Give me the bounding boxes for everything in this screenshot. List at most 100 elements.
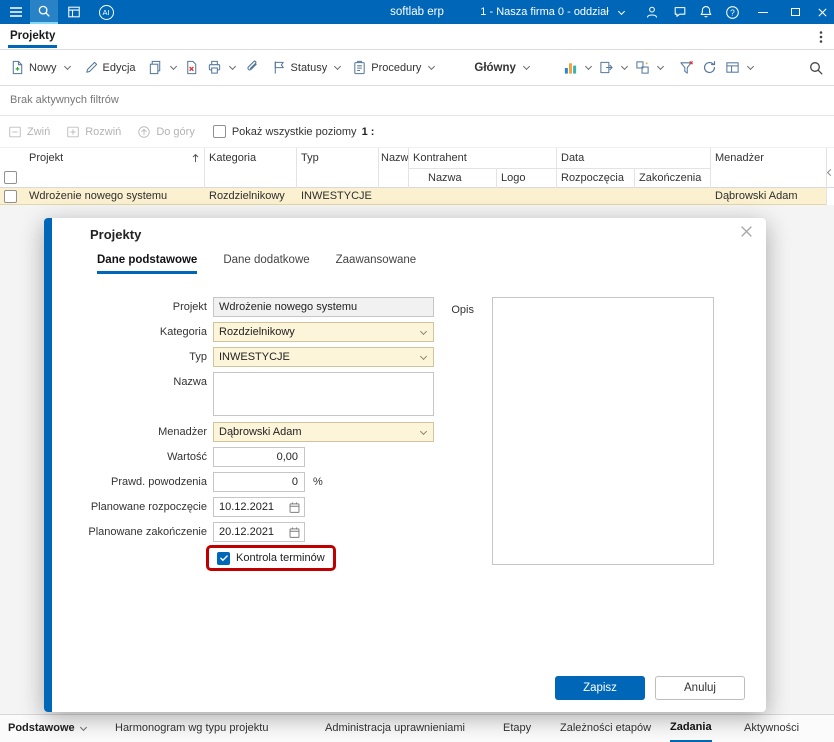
ai-badge: AI [98, 4, 114, 20]
search-module-button[interactable] [30, 0, 58, 24]
company-selector[interactable]: 1 - Nasza firma 0 - oddział [462, 0, 642, 24]
close-window-button[interactable] [810, 0, 834, 24]
expand-button[interactable]: Rozwiń [66, 125, 121, 139]
column-header-typ[interactable]: Typ [296, 148, 376, 168]
tab-harmonogram[interactable]: Harmonogram wg typu projektu [115, 715, 268, 742]
attachments-button[interactable] [245, 60, 260, 75]
hamburger-icon [9, 6, 23, 18]
new-button[interactable]: Nowy [10, 60, 71, 75]
minimize-icon [758, 11, 768, 13]
help-button[interactable]: ? [720, 0, 744, 24]
tab-etapy[interactable]: Etapy [503, 715, 531, 742]
chevron-down-icon [419, 427, 428, 436]
kategoria-select[interactable]: Rozdzielnikowy [213, 322, 434, 342]
tab-projekty[interactable]: Projekty [8, 27, 58, 48]
new-button-label: Nowy [29, 61, 57, 74]
column-header-kontrahent-nazwa[interactable]: Nazwa [423, 168, 493, 188]
kategoria-label: Kategoria [159, 326, 207, 338]
wartosc-field[interactable]: 0,00 [213, 447, 305, 467]
ai-assistant-button[interactable]: AI [94, 0, 118, 24]
column-divider [496, 168, 497, 188]
cell-projekt: Wdrożenie nowego systemu [29, 190, 168, 202]
new-document-icon [10, 60, 25, 75]
column-group-data[interactable]: Data [556, 148, 708, 168]
clear-filter-button[interactable] [679, 60, 694, 75]
views-button[interactable] [635, 60, 664, 75]
tab-zadania[interactable]: Zadania [670, 715, 712, 742]
minimize-button[interactable] [750, 0, 776, 24]
show-all-levels-checkbox[interactable] [212, 125, 226, 138]
tab-dane-podstawowe[interactable]: Dane podstawowe [97, 254, 198, 274]
print-button[interactable] [207, 60, 236, 75]
grid-module-button[interactable] [62, 0, 86, 24]
procedures-button[interactable]: Procedury [352, 60, 436, 75]
column-header-zakonczenia[interactable]: Zakończenia [634, 168, 708, 188]
page-menu-button[interactable] [814, 29, 828, 45]
column-group-kontrahent[interactable]: Kontrahent [408, 148, 554, 168]
collapse-button[interactable]: Zwiń [8, 125, 50, 139]
zakonczenie-label: Planowane zakończenie [88, 526, 207, 538]
dialog-close-button[interactable] [740, 225, 753, 238]
svg-text:?: ? [730, 7, 735, 17]
column-header-menadzer[interactable]: Menadżer [710, 148, 824, 168]
column-header-projekt[interactable]: Projekt [24, 148, 189, 168]
export-button[interactable] [599, 60, 628, 75]
hamburger-menu-button[interactable] [5, 0, 27, 24]
statuses-button[interactable]: Statusy [272, 60, 342, 75]
edit-button[interactable]: Edycja [84, 60, 136, 75]
rozpoczecie-value: 10.12.2021 [219, 501, 275, 513]
grid-settings-button[interactable] [725, 60, 754, 75]
column-header-kategoria[interactable]: Kategoria [204, 148, 294, 168]
kontrola-terminow-checkbox[interactable] [217, 551, 230, 565]
column-divider [710, 148, 711, 188]
tab-zaleznosci-etapow[interactable]: Zależności etapów [560, 715, 651, 742]
nazwa-textarea[interactable] [213, 372, 434, 416]
chevron-down-icon [428, 62, 436, 71]
menadzer-select[interactable]: Dąbrowski Adam [213, 422, 434, 442]
tab-administracja[interactable]: Administracja uprawnieniami [325, 715, 465, 742]
typ-select[interactable]: INWESTYCJE [213, 347, 434, 367]
search-grid-button[interactable] [808, 60, 824, 76]
delete-document-icon [184, 60, 199, 75]
refresh-button[interactable] [702, 60, 717, 75]
opis-textarea[interactable] [492, 297, 714, 565]
menadzer-label: Menadżer [158, 426, 207, 438]
bottom-view-label: Podstawowe [8, 722, 75, 734]
maximize-button[interactable] [782, 0, 808, 24]
column-header-kontrahent-logo[interactable]: Logo [496, 168, 554, 188]
calendar-icon[interactable] [288, 526, 301, 539]
tab-dane-dodatkowe[interactable]: Dane dodatkowe [223, 254, 309, 274]
company-selector-label: 1 - Nasza firma 0 - oddział [480, 6, 609, 18]
grid-side-panel-handle[interactable] [826, 148, 834, 205]
projekt-label: Projekt [172, 301, 207, 313]
collapse-label: Zwiń [27, 125, 51, 138]
bottom-view-selector[interactable]: Podstawowe [8, 715, 87, 742]
tab-aktywnosci[interactable]: Aktywności [744, 715, 799, 742]
notifications-button[interactable] [694, 0, 718, 24]
view-selector[interactable]: Główny [474, 62, 530, 74]
zakonczenie-date-field[interactable]: 20.12.2021 [213, 522, 305, 542]
column-header-nazwa[interactable]: Nazwa [378, 148, 408, 168]
select-all-checkbox[interactable] [4, 171, 17, 184]
prawd-label: Prawd. powodzenia [110, 476, 207, 488]
rozpoczecie-date-field[interactable]: 10.12.2021 [213, 497, 305, 517]
messages-button[interactable] [668, 0, 692, 24]
tab-zaawansowane[interactable]: Zaawansowane [336, 254, 417, 274]
save-button[interactable]: Zapisz [555, 676, 645, 700]
copy-button[interactable] [148, 60, 177, 75]
go-top-button[interactable]: Do góry [137, 125, 195, 139]
prawd-field[interactable]: 0 [213, 472, 305, 492]
calendar-icon[interactable] [288, 501, 301, 514]
projekt-field[interactable]: Wdrożenie nowego systemu [213, 297, 434, 317]
top-bar: AI softlab erp 1 - Nasza firma 0 - oddzi… [0, 0, 834, 24]
kontrola-terminow-label: Kontrola terminów [236, 552, 325, 564]
app-title: softlab erp [390, 6, 444, 18]
cancel-button[interactable]: Anuluj [655, 676, 745, 700]
table-row[interactable]: Wdrożenie nowego systemu Rozdzielnikowy … [0, 188, 826, 205]
chart-button[interactable] [563, 60, 592, 75]
dialog-accent-bar [44, 218, 52, 712]
column-header-rozpoczecia[interactable]: Rozpoczęcia [556, 168, 632, 188]
row-checkbox[interactable] [4, 190, 17, 203]
delete-button[interactable] [184, 60, 199, 75]
user-button[interactable] [640, 0, 664, 24]
